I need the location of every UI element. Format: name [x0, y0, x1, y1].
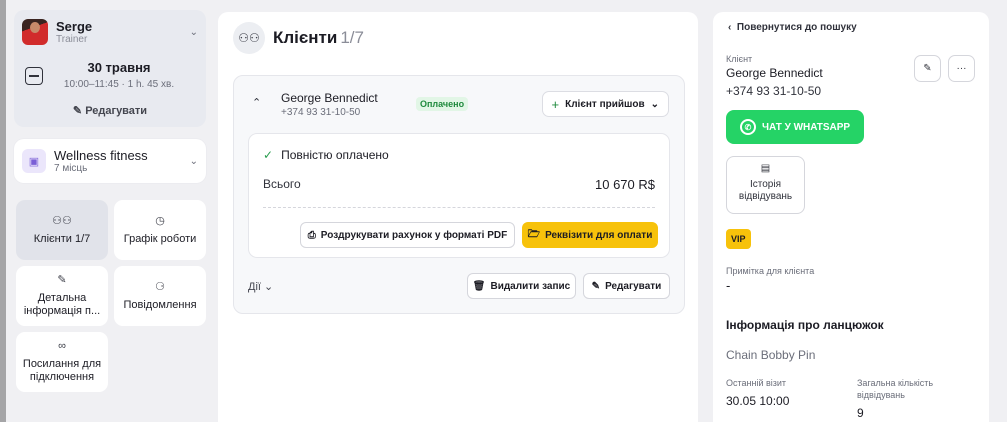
appointment-datetime[interactable]: 30 травня 10:00–11:45 · 1 h. 45 хв.	[22, 60, 198, 92]
tile-label: Графік роботи	[123, 232, 197, 245]
client-arrived-dropdown[interactable]: + Клієнт прийшов ⌄	[541, 91, 669, 117]
users-icon: ⚇⚇	[52, 214, 72, 227]
printer-icon: ⎙	[307, 229, 316, 241]
actions-dropdown[interactable]: Дії ⌄	[248, 280, 273, 293]
client-name[interactable]: George Bennedict	[281, 91, 378, 105]
staff-role: Trainer	[56, 33, 88, 45]
total-value: 10 670 R$	[595, 177, 655, 192]
history-icon: ▤	[760, 163, 771, 174]
clients-header: ⚇⚇ Клієнти 1/7	[233, 22, 364, 54]
pencil-icon: ✎	[72, 105, 83, 117]
service-name: Wellness fitness	[54, 147, 148, 163]
tile-schedule[interactable]: ◷ Графік роботи	[114, 200, 206, 260]
print-invoice-label: Роздрукувати рахунок у форматі PDF	[320, 229, 508, 241]
edit-record-button[interactable]: ✎ Редагувати	[583, 273, 670, 299]
chevron-down-icon[interactable]: ⌄	[190, 156, 198, 167]
bell-icon: ⚆	[155, 280, 165, 293]
whatsapp-label: ЧАТ У WHATSAPP	[761, 121, 851, 133]
client-arrived-label: Клієнт прийшов	[565, 98, 645, 110]
service-selector[interactable]: ▣ Wellness fitness 7 місць ⌄	[14, 139, 206, 183]
client-label: Клієнт	[726, 54, 753, 64]
client-phone: +374 93 31-10-50	[726, 84, 822, 98]
users-icon: ⚇⚇	[233, 22, 265, 54]
total-label: Всього	[263, 177, 301, 191]
note-label: Примітка для клієнта	[726, 266, 815, 276]
page-title: Клієнти	[273, 28, 338, 47]
note-value: -	[726, 278, 731, 293]
edit-appointment-label: Редагувати	[85, 105, 148, 117]
client-record: ⌃ George Bennedict +374 93 31-10-50 Опла…	[233, 75, 685, 314]
avatar	[22, 19, 48, 45]
staff-card: Serge Trainer ⌄ 30 травня 10:00–11:45 · …	[14, 10, 206, 127]
tile-details[interactable]: ✎ Детальна інформація п...	[16, 266, 108, 326]
clients-count: 1/7	[340, 28, 364, 47]
link-icon: ∞	[58, 340, 66, 352]
service-seats: 7 місць	[54, 162, 88, 174]
status-badge: Оплачено	[416, 97, 469, 111]
clients-panel: ⚇⚇ Клієнти 1/7 ⌃ George Bennedict +374 93…	[218, 12, 698, 422]
tile-label: Повідомлення	[123, 298, 197, 311]
tile-notifications[interactable]: ⚆ Повідомлення	[114, 266, 206, 326]
total-visits-label: Загальна кількість відвідувань	[857, 378, 934, 400]
whatsapp-icon: ✆	[739, 119, 756, 135]
visit-history-label: Історія відвідувань	[738, 179, 793, 202]
more-icon: ···	[956, 63, 967, 74]
last-visit-value: 30.05 10:00	[726, 394, 790, 408]
tile-label: Посилання для підключення	[22, 358, 102, 383]
actions-label: Дії	[248, 281, 261, 293]
pencil-icon: ✎	[591, 280, 601, 292]
divider	[263, 207, 655, 208]
chain-name: Chain Bobby Pin	[726, 348, 816, 362]
client-name: George Bennedict	[726, 66, 823, 80]
document-edit-icon: ✎	[57, 274, 67, 286]
left-panel: Serge Trainer ⌄ 30 травня 10:00–11:45 · …	[14, 10, 206, 392]
nav-tiles: ⚇⚇ Клієнти 1/7 ◷ Графік роботи ✎ Детальн…	[16, 200, 206, 392]
service-icon: ▣	[22, 149, 46, 173]
edit-record-label: Редагувати	[605, 280, 662, 292]
payment-status: ✓ Повністю оплачено	[263, 148, 389, 162]
last-visit-label: Останній візит	[726, 378, 787, 388]
payment-status-label: Повністю оплачено	[281, 148, 389, 162]
back-to-search-link[interactable]: ‹ Повернутися до пошуку	[728, 22, 857, 33]
client-phone: +374 93 31-10-50	[281, 107, 361, 118]
folder-icon: 🗁	[527, 228, 541, 240]
plus-icon: +	[551, 96, 560, 112]
client-details-panel: ‹ Повернутися до пошуку Клієнт George Be…	[713, 12, 989, 422]
back-to-search-label: Повернутися до пошуку	[736, 22, 857, 33]
staff-selector[interactable]: Serge Trainer ⌄	[22, 18, 198, 46]
edit-appointment-button[interactable]: ✎ Редагувати	[22, 104, 198, 117]
payment-requisites-button[interactable]: 🗁 Реквізити для оплати	[522, 222, 658, 248]
client-record-header: ⌃ George Bennedict +374 93 31-10-50 Опла…	[234, 88, 684, 120]
collapse-icon[interactable]: ⌃	[252, 96, 261, 109]
staff-name: Serge	[56, 18, 93, 34]
print-invoice-button[interactable]: ⎙ Роздрукувати рахунок у форматі PDF	[300, 222, 515, 248]
vip-badge: VIP	[726, 229, 751, 249]
tile-connection-link[interactable]: ∞ Посилання для підключення	[16, 332, 108, 392]
whatsapp-chat-button[interactable]: ✆ ЧАТ У WHATSAPP	[726, 110, 864, 144]
trash-icon: 🗑	[472, 280, 486, 292]
payment-card: ✓ Повністю оплачено Всього 10 670 R$ ⎙ Р…	[248, 133, 670, 258]
tile-label: Детальна інформація п...	[23, 292, 101, 317]
payment-requisites-label: Реквізити для оплати	[545, 229, 653, 241]
edit-client-button[interactable]: ✎	[914, 55, 941, 82]
delete-record-label: Видалити запис	[490, 280, 571, 292]
background-overlay-strip	[0, 0, 6, 422]
total-visits-value: 9	[857, 406, 864, 420]
visit-history-button[interactable]: ▤ Історія відвідувань	[726, 156, 805, 214]
pencil-icon: ✎	[923, 63, 932, 74]
chevron-left-icon: ‹	[728, 22, 732, 33]
delete-record-button[interactable]: 🗑 Видалити запис	[467, 273, 576, 299]
appointment-time: 10:00–11:45 · 1 h. 45 хв.	[63, 79, 175, 90]
tile-clients[interactable]: ⚇⚇ Клієнти 1/7	[16, 200, 108, 260]
check-icon: ✓	[263, 148, 274, 162]
calendar-icon	[25, 67, 43, 85]
more-options-button[interactable]: ···	[948, 55, 975, 82]
clock-icon: ◷	[155, 214, 165, 227]
chevron-down-icon: ⌄	[650, 98, 659, 110]
tile-label: Клієнти 1/7	[33, 232, 91, 245]
chain-info-title: Інформація про ланцюжок	[726, 318, 884, 332]
chevron-down-icon: ⌄	[264, 281, 274, 293]
chevron-down-icon[interactable]: ⌄	[190, 27, 198, 38]
appointment-date: 30 травня	[87, 60, 151, 75]
